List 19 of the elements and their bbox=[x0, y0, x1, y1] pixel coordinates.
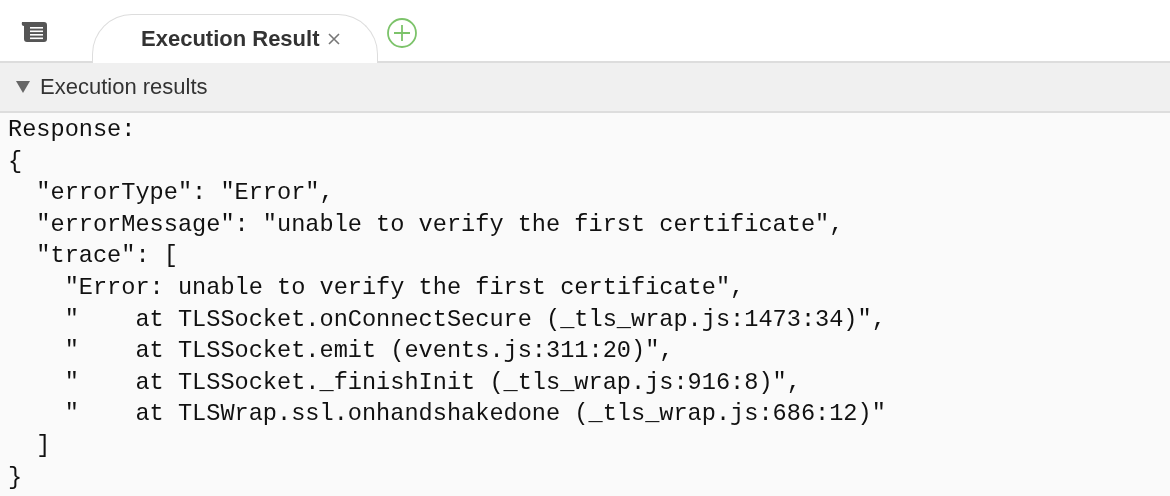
output-line: } bbox=[8, 463, 23, 491]
output-line: " at TLSWrap.ssl.onhandshakedone (_tls_wrap.js:686:12)" bbox=[63, 400, 886, 428]
output-line: "trace": [ bbox=[35, 242, 178, 270]
output-line: " at TLSSocket._finishInit (_tls_wrap.js:916:8)", bbox=[63, 368, 801, 396]
triangle-icon bbox=[16, 81, 30, 93]
output-line: "errorMessage": "unable to verify the first certificate", bbox=[35, 210, 844, 238]
close-icon[interactable] bbox=[327, 32, 342, 46]
output-line: ] bbox=[35, 431, 51, 459]
output-line: { bbox=[8, 147, 23, 175]
section-title: Execution results bbox=[40, 74, 208, 100]
tab[interactable]: Execution Result bbox=[92, 14, 379, 63]
output-line: "errorType": "Error", bbox=[35, 179, 334, 207]
list-icon[interactable] bbox=[20, 21, 48, 43]
tab-title: Execution Result bbox=[141, 26, 320, 52]
output-line: " at TLSSocket.emit (events.js:311:20)", bbox=[63, 337, 674, 365]
output-line: Response: bbox=[8, 116, 136, 143]
output-line: "Error: unable to verify the first certificate", bbox=[63, 273, 745, 301]
section-header[interactable]: Execution results bbox=[0, 63, 1170, 113]
output-line: " at TLSSocket.onConnectSecure (_tls_wrap.js:1473:34)", bbox=[63, 305, 886, 333]
